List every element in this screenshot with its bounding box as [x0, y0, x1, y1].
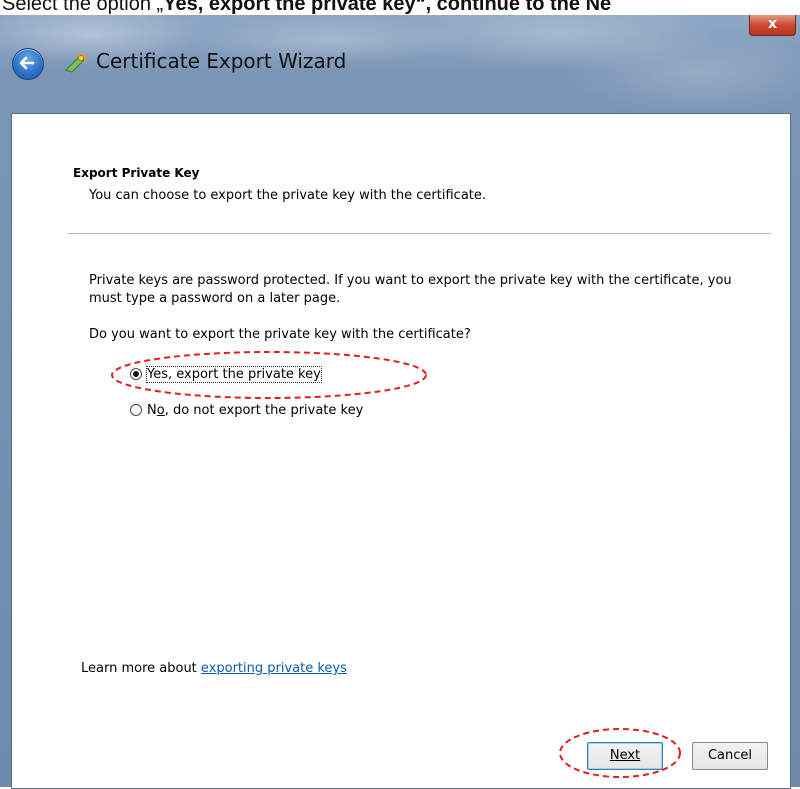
- section-title: Export Private Key: [73, 166, 200, 180]
- learn-more-prefix: Learn more about: [81, 661, 201, 676]
- question-text: Do you want to export the private key wi…: [89, 327, 471, 342]
- radio-yes-label[interactable]: Yes, export the private key: [146, 365, 322, 383]
- caption-suffix: “, continue to the: [415, 0, 586, 15]
- back-button[interactable]: [12, 48, 44, 80]
- radio-button-unselected[interactable]: [130, 404, 142, 416]
- cancel-button[interactable]: Cancel: [692, 742, 768, 770]
- radio-no-export-key[interactable]: No, do not export the private key: [130, 400, 363, 420]
- radio-no-label[interactable]: No, do not export the private key: [147, 403, 363, 418]
- radio-no-accesskey: o: [156, 402, 165, 418]
- caption-bold: Yes, export the private key: [163, 0, 416, 15]
- radio-button-selected[interactable]: [130, 368, 142, 380]
- close-button[interactable]: x: [749, 15, 796, 36]
- header-divider: [68, 233, 771, 234]
- window-title: Certificate Export Wizard: [96, 49, 347, 73]
- radio-yes-export-key[interactable]: Yes, export the private key: [130, 364, 322, 384]
- certificate-wizard-icon: [65, 54, 86, 73]
- radio-no-label-pre: N: [147, 402, 157, 418]
- caption-prefix: Select the option „: [2, 0, 164, 15]
- arrow-left-icon: [19, 56, 35, 70]
- next-button[interactable]: Next: [587, 742, 663, 770]
- exporting-private-keys-link[interactable]: exporting private keys: [201, 661, 347, 676]
- wizard-client-area: [11, 113, 791, 789]
- next-button-label: Next: [609, 748, 641, 763]
- radio-no-label-post: , do not export the private key: [164, 402, 364, 418]
- section-description: You can choose to export the private key…: [89, 188, 487, 203]
- info-text: Private keys are password protected. If …: [89, 273, 732, 306]
- caption-cut: Ne: [585, 0, 612, 15]
- learn-more-text: Learn more about exporting private keys: [81, 661, 347, 676]
